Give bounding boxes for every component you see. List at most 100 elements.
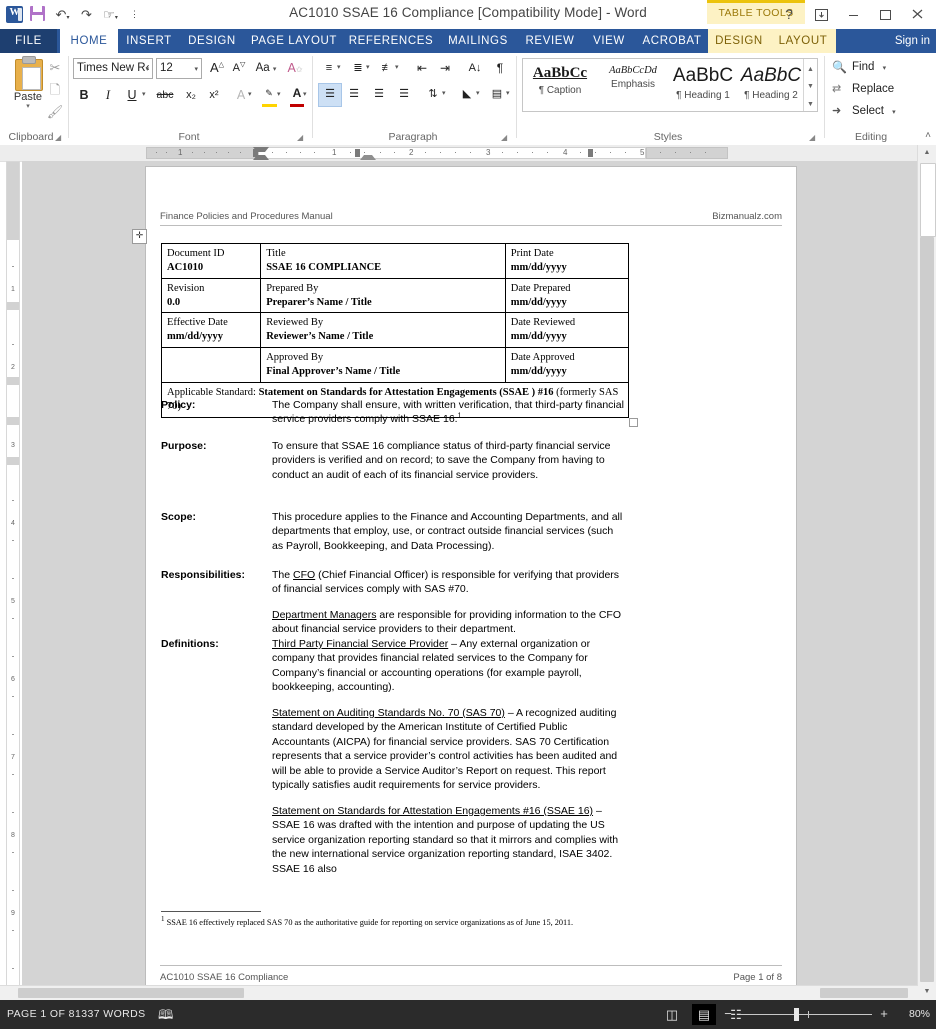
footnote[interactable]: 1 SSAE 16 effectively replaced SAS 70 as… <box>161 916 629 929</box>
table-cell-print-date[interactable]: Print Date mm/dd/yyyy <box>504 243 630 279</box>
ribbon-display-options-icon[interactable] <box>806 3 836 25</box>
increase-indent-icon[interactable]: ⇥ <box>434 57 456 79</box>
clipboard-dialog-launcher[interactable]: ◢ <box>55 133 64 142</box>
tab-table-layout[interactable]: LAYOUT <box>770 29 836 53</box>
tab-acrobat[interactable]: ACROBAT <box>636 29 708 53</box>
table-cell-prepared-by[interactable]: Prepared By Preparer’s Name / Title <box>260 277 506 314</box>
table-cell-empty[interactable] <box>160 347 262 383</box>
decrease-indent-icon[interactable]: ⇤ <box>411 57 433 79</box>
underline-button[interactable]: U <box>121 84 143 106</box>
vertical-scrollbar[interactable]: ▲ ▼ <box>917 145 936 1000</box>
document-canvas[interactable]: Finance Policies and Procedures Manual B… <box>22 161 918 1000</box>
font-size-input[interactable]: 12 ▾ <box>156 58 202 79</box>
justify-icon[interactable]: ☰ <box>393 83 415 105</box>
word-count[interactable]: 1337 WORDS <box>75 1000 146 1029</box>
tab-table-design[interactable]: DESIGN <box>708 29 770 53</box>
text-effects-dropdown-arrow[interactable]: ▾ <box>248 84 252 106</box>
close-icon[interactable] <box>902 3 932 25</box>
vertical-scroll-thumb[interactable] <box>920 163 936 237</box>
help-icon[interactable]: ? <box>774 3 804 25</box>
change-case-button[interactable]: Aa ▾ <box>254 57 278 79</box>
center-icon[interactable]: ☰ <box>343 83 365 105</box>
print-layout-view-button[interactable]: ▤ <box>692 1004 716 1025</box>
paragraph-dialog-launcher[interactable]: ◢ <box>501 133 510 142</box>
vertical-scroll-track-fill[interactable] <box>920 237 934 982</box>
format-painter-icon[interactable]: 🖌 <box>44 101 66 122</box>
table-cell-document-id[interactable]: Document ID AC1010 <box>160 243 262 279</box>
hanging-indent-marker[interactable] <box>253 155 269 160</box>
chevron-down-icon[interactable]: ▾ <box>194 59 198 80</box>
table-cell-effective-date[interactable]: Effective Date mm/dd/yyyy <box>160 312 262 349</box>
zoom-track[interactable] <box>740 1014 872 1015</box>
hruler-tab-stop[interactable] <box>588 149 593 157</box>
proofing-errors-icon[interactable]: 🕮 <box>158 1000 174 1029</box>
style-heading-1[interactable]: AaBbC ¶ Heading 1 <box>669 59 737 111</box>
style-caption[interactable]: AaBbCc ¶ Caption <box>523 59 597 111</box>
vertical-ruler[interactable]: 1 2 3 4 5 6 7 8 9 10 <box>6 161 20 1006</box>
footnote-reference[interactable]: 1 <box>458 413 462 420</box>
copy-icon[interactable]: 🗋 <box>44 79 66 100</box>
borders-dropdown-arrow[interactable]: ▾ <box>506 83 510 105</box>
shading-dropdown-arrow[interactable]: ▾ <box>476 83 480 105</box>
table-cell-revision[interactable]: Revision 0.0 <box>160 277 262 314</box>
styles-gallery-scrollbar[interactable]: ▲ ▼ ▼ <box>803 59 817 111</box>
style-heading-2[interactable]: AaBbC ¶ Heading 2 <box>737 59 805 111</box>
underline-dropdown-arrow[interactable]: ▾ <box>142 84 146 106</box>
table-cell-date-reviewed[interactable]: Date Reviewed mm/dd/yyyy <box>504 312 630 349</box>
style-emphasis[interactable]: AaBbCcDd Emphasis <box>597 59 669 111</box>
select-dropdown-arrow[interactable]: ▾ <box>892 109 896 116</box>
chevron-down-icon[interactable]: ▾ <box>145 59 149 80</box>
tab-page-layout[interactable]: PAGE LAYOUT <box>246 29 342 53</box>
shading-icon[interactable]: ◣ <box>456 83 478 105</box>
page-indicator[interactable]: PAGE 1 OF 8 <box>7 1000 75 1029</box>
tab-insert[interactable]: INSERT <box>120 29 178 53</box>
left-indent-marker[interactable] <box>360 155 376 160</box>
scroll-down-icon[interactable]: ▼ <box>918 984 936 1000</box>
highlight-dropdown-arrow[interactable]: ▾ <box>277 84 281 106</box>
tab-design[interactable]: DESIGN <box>180 29 244 53</box>
tab-review[interactable]: REVIEW <box>518 29 582 53</box>
find-button[interactable]: 🔍 Find ▾ <box>832 57 886 77</box>
multilevel-dropdown-arrow[interactable]: ▾ <box>395 57 399 79</box>
zoom-control[interactable]: − + <box>722 1000 890 1029</box>
scroll-up-icon[interactable]: ▲ <box>804 59 817 76</box>
table-cell-date-prepared[interactable]: Date Prepared mm/dd/yyyy <box>504 277 630 314</box>
minimize-icon[interactable] <box>838 3 868 25</box>
table-cell-reviewed-by[interactable]: Reviewed By Reviewer’s Name / Title <box>260 312 506 349</box>
zoom-in-button[interactable]: + <box>878 1007 890 1020</box>
table-resize-handle[interactable] <box>629 417 638 427</box>
tab-mailings[interactable]: MAILINGS <box>440 29 516 53</box>
zoom-level-label[interactable]: 80% <box>909 1000 930 1029</box>
more-styles-icon[interactable]: ▼ <box>804 94 817 111</box>
horizontal-ruler[interactable]: 1 1 2 3 4 5 <box>0 145 918 162</box>
superscript-button[interactable]: x² <box>203 84 225 106</box>
table-cell-title[interactable]: Title SSAE 16 COMPLIANCE <box>260 243 506 279</box>
first-line-indent-marker[interactable] <box>253 147 269 152</box>
clear-formatting-icon[interactable]: A✩ <box>284 57 306 79</box>
table-cell-approved-by[interactable]: Approved By Final Approver’s Name / Titl… <box>260 347 506 383</box>
find-dropdown-arrow[interactable]: ▾ <box>883 65 887 72</box>
font-dialog-launcher[interactable]: ◢ <box>297 133 306 142</box>
table-row[interactable]: Revision 0.0 Prepared By Preparer’s Name… <box>160 277 630 314</box>
zoom-out-button[interactable]: − <box>722 1007 734 1020</box>
replace-button[interactable]: ⇄ Replace <box>832 79 894 99</box>
grow-font-button[interactable]: A△ <box>206 57 228 79</box>
cut-icon[interactable]: ✂ <box>44 57 66 78</box>
scroll-up-icon[interactable]: ▲ <box>918 145 936 161</box>
align-right-icon[interactable]: ☰ <box>368 83 390 105</box>
document-info-table[interactable]: Document ID AC1010 Title SSAE 16 COMPLIA… <box>160 243 638 427</box>
sort-icon[interactable]: A↓ <box>464 57 486 79</box>
table-row[interactable]: Document ID AC1010 Title SSAE 16 COMPLIA… <box>160 243 630 279</box>
subscript-button[interactable]: x₂ <box>180 84 202 106</box>
sign-in-link[interactable]: Sign in <box>895 29 930 53</box>
read-mode-view-button[interactable]: ◫ <box>660 1004 684 1025</box>
collapse-ribbon-icon[interactable]: ˄ <box>925 130 931 141</box>
tab-references[interactable]: REFERENCES <box>344 29 438 53</box>
italic-button[interactable]: I <box>97 84 119 106</box>
table-cell-date-approved[interactable]: Date Approved mm/dd/yyyy <box>504 347 630 383</box>
horizontal-scroll-thumb-right[interactable] <box>820 988 908 998</box>
horizontal-scrollbar[interactable] <box>0 985 918 1000</box>
font-name-input[interactable]: Times New R‹ ▾ <box>73 58 153 79</box>
page-header[interactable]: Finance Policies and Procedures Manual B… <box>160 211 782 222</box>
borders-icon[interactable]: ▤ <box>486 83 508 105</box>
